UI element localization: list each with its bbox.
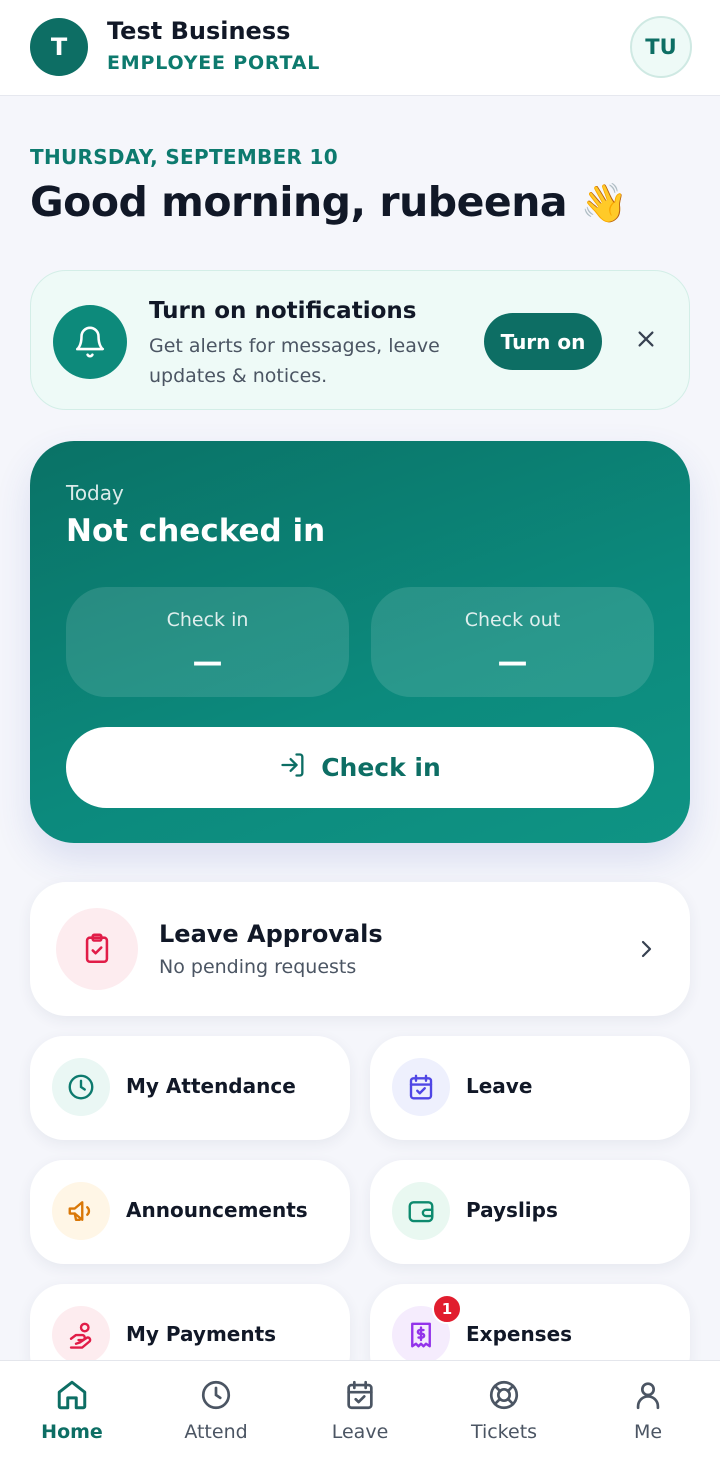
nav-tickets[interactable]: Tickets xyxy=(432,1361,576,1461)
notification-title: Turn on notifications xyxy=(149,298,417,324)
close-icon[interactable] xyxy=(631,324,661,354)
check-out-time-box: Check out — xyxy=(371,587,654,697)
business-avatar[interactable]: T xyxy=(30,18,88,76)
check-in-time-box: Check in — xyxy=(66,587,349,697)
tile-label: Announcements xyxy=(126,1198,308,1222)
tile-label: Payslips xyxy=(466,1198,558,1222)
hand-coins-icon xyxy=(52,1306,110,1364)
check-out-value: — xyxy=(497,645,528,680)
check-in-value: — xyxy=(192,645,223,680)
chevron-right-icon xyxy=(634,935,658,967)
greeting-text: Good morning, rubeena xyxy=(30,178,568,226)
attendance-card: Today Not checked in Check in — Check ou… xyxy=(30,441,690,843)
app-header: T Test Business EMPLOYEE PORTAL TU xyxy=(0,0,720,96)
leave-approvals-subtitle: No pending requests xyxy=(159,956,357,978)
leave-approvals-title: Leave Approvals xyxy=(159,920,383,948)
nav-label: Leave xyxy=(331,1421,389,1443)
nav-home[interactable]: Home xyxy=(0,1361,144,1461)
check-in-label: Check in xyxy=(166,609,249,631)
user-icon xyxy=(629,1376,667,1414)
tile-payslips[interactable]: Payslips xyxy=(370,1160,690,1264)
nav-label: Tickets xyxy=(470,1421,538,1443)
calendar-icon xyxy=(392,1058,450,1116)
tile-label: My Payments xyxy=(126,1322,277,1346)
check-out-label: Check out xyxy=(464,609,561,631)
home-icon xyxy=(53,1376,91,1414)
lifebuoy-icon xyxy=(485,1376,523,1414)
greeting-title: Good morning, rubeena 👋 xyxy=(30,178,628,226)
wallet-icon xyxy=(392,1182,450,1240)
calendar-icon xyxy=(341,1376,379,1414)
user-avatar[interactable]: TU xyxy=(630,16,692,78)
bottom-nav: Home Attend Leave Tickets Me xyxy=(0,1360,720,1461)
today-label: Today xyxy=(66,481,124,505)
turn-on-button[interactable]: Turn on xyxy=(484,313,602,370)
tile-leave[interactable]: Leave xyxy=(370,1036,690,1140)
nav-leave[interactable]: Leave xyxy=(288,1361,432,1461)
bell-icon xyxy=(53,305,127,379)
leave-approvals-card[interactable]: Leave Approvals No pending requests xyxy=(30,882,690,1016)
tile-my-attendance[interactable]: My Attendance xyxy=(30,1036,350,1140)
current-date: THURSDAY, SEPTEMBER 10 xyxy=(30,145,338,169)
clipboard-check-icon xyxy=(56,908,138,990)
check-in-button[interactable]: Check in xyxy=(66,727,654,808)
portal-label: EMPLOYEE PORTAL xyxy=(107,52,321,74)
clock-icon xyxy=(197,1376,235,1414)
wave-emoji: 👋 xyxy=(580,181,628,225)
notification-prompt: Turn on notifications Get alerts for mes… xyxy=(30,270,690,410)
nav-attend[interactable]: Attend xyxy=(144,1361,288,1461)
business-name: Test Business xyxy=(107,17,291,45)
nav-label: Attend xyxy=(184,1421,248,1443)
tile-label: Expenses xyxy=(466,1322,573,1346)
check-in-button-label: Check in xyxy=(321,753,441,782)
tile-announcements[interactable]: Announcements xyxy=(30,1160,350,1264)
nav-label: Me xyxy=(633,1421,663,1443)
checkin-status: Not checked in xyxy=(66,513,326,549)
notification-description: Get alerts for messages, leave updates &… xyxy=(149,335,440,387)
login-icon xyxy=(279,751,307,785)
tile-label: My Attendance xyxy=(126,1074,296,1098)
expenses-badge: 1 xyxy=(432,1294,462,1324)
megaphone-icon xyxy=(52,1182,110,1240)
clock-icon xyxy=(52,1058,110,1116)
tile-label: Leave xyxy=(466,1074,533,1098)
nav-label: Home xyxy=(41,1421,103,1443)
nav-me[interactable]: Me xyxy=(576,1361,720,1461)
